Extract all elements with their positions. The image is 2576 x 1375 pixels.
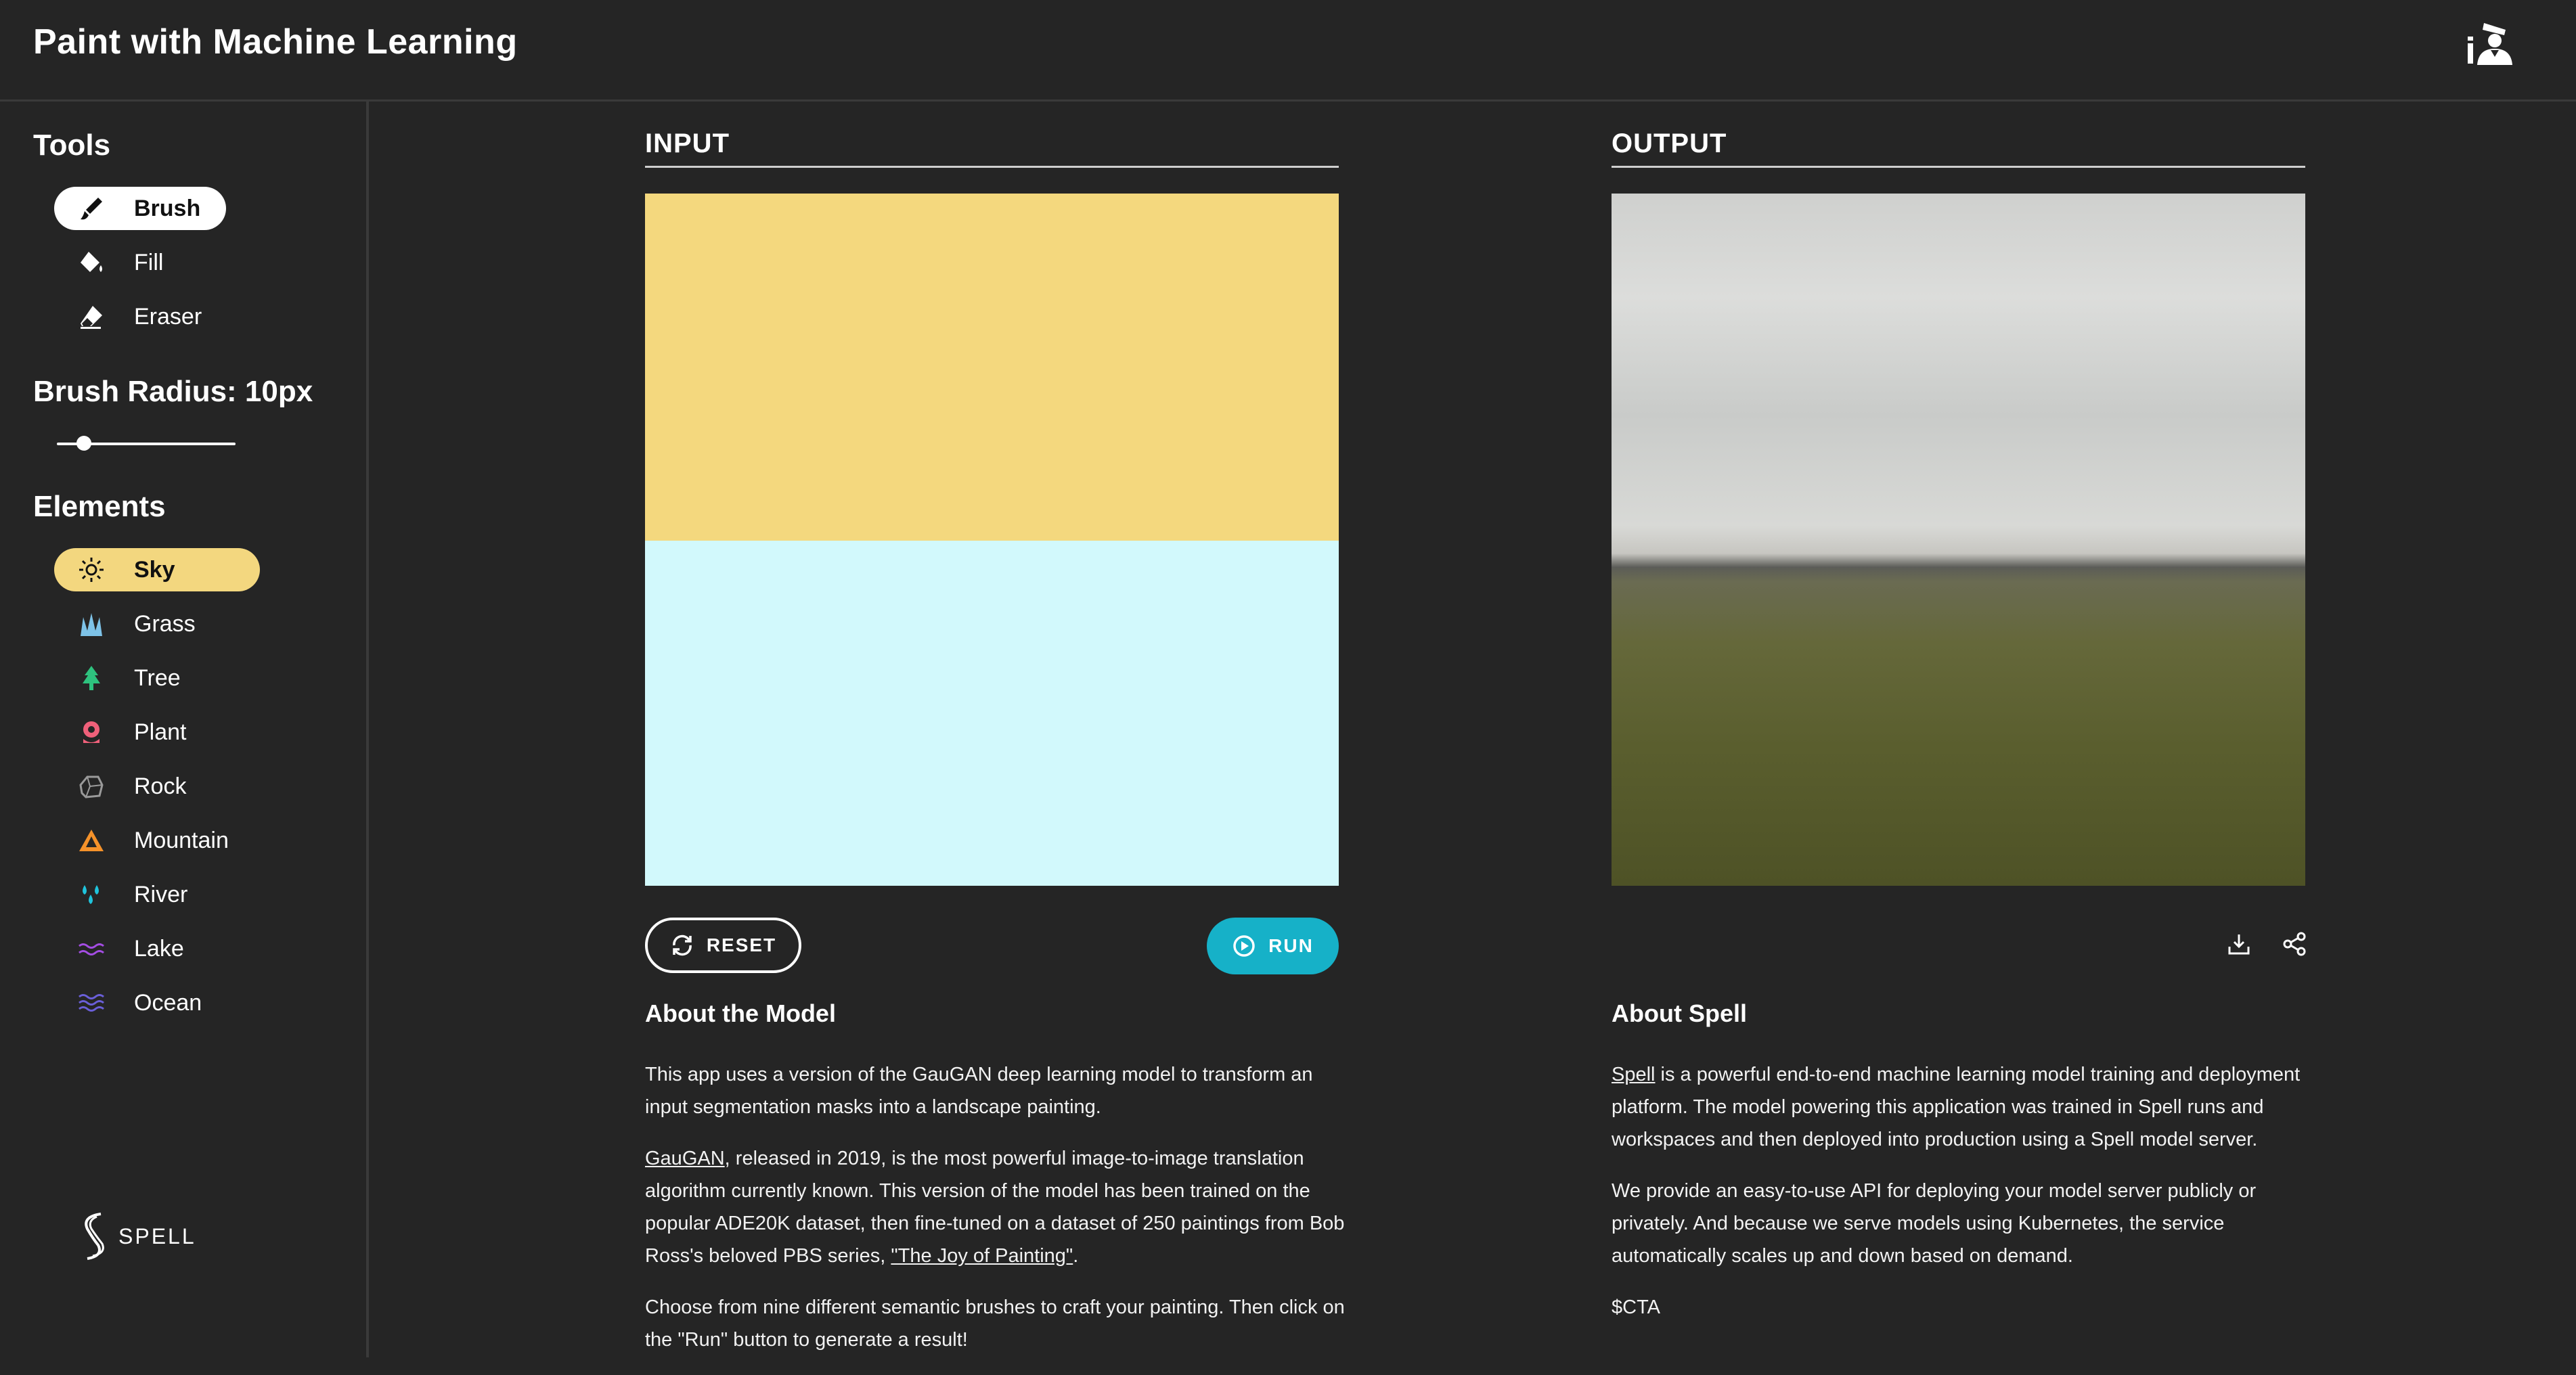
reset-label: RESET [706,934,777,955]
app-title: Paint with Machine Learning [33,22,518,62]
element-label: Mountain [134,827,229,853]
element-grass[interactable]: Grass [54,602,260,646]
tool-fill[interactable]: Fill [54,241,226,284]
brush-radius-label: Brush Radius: 10px [33,375,313,408]
tool-brush[interactable]: Brush [54,187,226,230]
tool-eraser[interactable]: Eraser [54,295,226,338]
output-title: OUTPUT [1612,129,2305,168]
joy-of-painting-link[interactable]: "The Joy of Painting" [891,1245,1073,1267]
about-spell-title: About Spell [1612,999,1747,1027]
input-canvas-sky-region[interactable] [645,194,1339,541]
about-spell-paragraph-2: We provide an easy-to-use API for deploy… [1612,1180,2257,1267]
about-model-paragraph-2: GauGAN, released in 2019, is the most po… [645,1142,1346,1272]
flower-icon [76,717,107,748]
element-label: Ocean [134,989,202,1016]
about-model-paragraph-3: Choose from nine different semantic brus… [645,1297,1345,1351]
tree-icon [76,662,107,694]
sidebar: Tools Brush Fill Eraser Brush Radius: 10… [0,102,369,1357]
output-painting [1612,194,2305,886]
spell-s-icon [85,1213,104,1260]
element-ocean[interactable]: Ocean [54,981,260,1024]
input-canvas-region[interactable] [645,541,1339,886]
input-title: INPUT [645,129,1339,168]
element-label: Plant [134,719,187,745]
element-label: Sky [134,556,175,583]
element-label: Rock [134,773,187,799]
spell-logo[interactable]: SPELL [78,1211,196,1261]
element-tree[interactable]: Tree [54,656,260,700]
about-spell-cta: $CTA [1612,1297,1660,1318]
tool-label: Eraser [134,303,202,330]
tools-heading: Tools [33,129,111,162]
app-header: Paint with Machine Learning [0,0,2576,102]
mountain-icon [76,825,107,856]
ocean-waves-icon [76,987,107,1018]
rock-icon [76,771,107,802]
play-circle-icon [1233,935,1255,957]
elements-heading: Elements [33,490,166,523]
sun-icon [76,554,107,585]
refresh-icon [673,934,692,956]
reset-button[interactable]: RESET [645,918,801,973]
about-spell-paragraph-1-text: is a powerful end-to-end machine learnin… [1612,1064,2301,1150]
element-label: Tree [134,664,181,691]
element-rock[interactable]: Rock [54,765,260,808]
element-mountain[interactable]: Mountain [54,819,260,862]
spell-link[interactable]: Spell [1612,1064,1656,1085]
about-model-text: This app uses a version of the GauGAN de… [645,1058,1346,1375]
brush-radius-slider-handle[interactable] [76,436,91,451]
gaugan-link[interactable]: GauGAN [645,1148,725,1169]
tool-label: Brush [134,195,201,221]
tool-label: Fill [134,249,164,275]
droplets-icon [76,879,107,910]
waves-icon [76,933,107,964]
element-plant[interactable]: Plant [54,711,260,754]
element-label: Grass [134,610,196,637]
element-river[interactable]: River [54,873,260,916]
paint-bucket-icon [76,247,107,278]
about-model-title: About the Model [645,999,836,1027]
download-icon[interactable] [2224,929,2254,959]
brush-icon [76,193,107,224]
element-label: River [134,881,188,907]
share-icon[interactable] [2280,929,2309,959]
element-label: Lake [134,935,184,962]
eraser-icon [76,301,107,332]
about-spell-text: Spell is a powerful end-to-end machine l… [1612,1058,2312,1343]
spell-brand-label: SPELL [118,1223,196,1248]
about-model-paragraph-1: This app uses a version of the GauGAN de… [645,1064,1313,1118]
about-spell-paragraph-1: Spell is a powerful end-to-end machine l… [1612,1058,2312,1156]
element-sky[interactable]: Sky [54,548,260,591]
period: . [1073,1245,1079,1267]
grass-icon [76,608,107,639]
run-button[interactable]: RUN [1207,918,1339,974]
element-lake[interactable]: Lake [54,927,260,970]
painter-avatar-icon[interactable] [2464,20,2518,69]
run-label: RUN [1268,935,1314,956]
